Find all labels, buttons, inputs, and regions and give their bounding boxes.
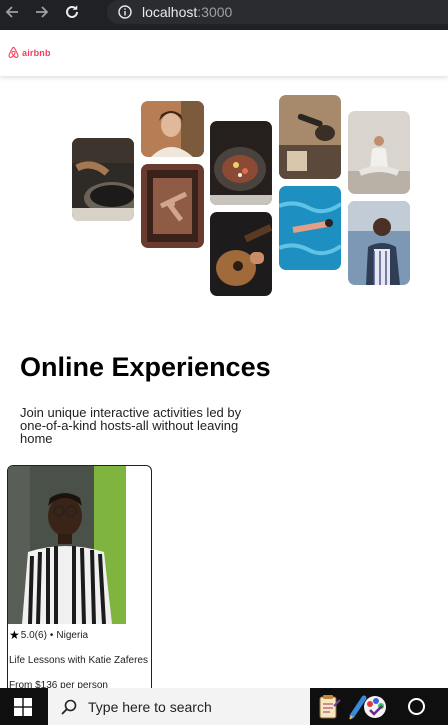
card-title: Life Lessons with Katie Zaferes: [9, 655, 148, 666]
taskbar-search[interactable]: Type here to search: [48, 688, 310, 725]
photo-yoga: [348, 111, 410, 194]
photo-cooking-bowl: [210, 121, 272, 205]
windows-taskbar: Type here to search: [0, 688, 448, 725]
url-host: localhost: [142, 4, 198, 20]
back-arrow-icon: [5, 6, 18, 18]
airbnb-logo-icon: [8, 46, 19, 58]
site-navbar: airbnb: [0, 30, 448, 76]
photo-guitar-player: [210, 212, 272, 296]
info-icon[interactable]: [118, 5, 132, 19]
forward-button[interactable]: [30, 0, 54, 24]
logo-text: airbnb: [22, 47, 51, 58]
back-button[interactable]: [0, 0, 24, 24]
photo-swimmer-pool: [279, 186, 341, 270]
star-icon: ★: [9, 628, 20, 642]
airbnb-logo[interactable]: airbnb: [7, 46, 51, 59]
experience-card[interactable]: ★ 5.0 (6) • Nigeria Life Lessons with Ka…: [7, 465, 152, 702]
photo-aerial-dancer: [141, 164, 204, 248]
url-text: localhost:3000: [142, 4, 232, 20]
notepad-icon[interactable]: [316, 694, 342, 720]
paint-icon[interactable]: [362, 694, 388, 720]
cortana-icon[interactable]: [408, 698, 425, 715]
browser-toolbar: localhost:3000: [0, 0, 448, 24]
card-photo: [8, 466, 126, 625]
reload-button[interactable]: [60, 0, 84, 24]
card-review-count: (6): [34, 629, 47, 641]
search-icon: [61, 699, 77, 715]
photo-singer: [348, 201, 410, 285]
windows-start-icon[interactable]: [14, 698, 32, 716]
page-subtitle: Join unique interactive activities led b…: [20, 405, 242, 446]
card-stats: ★ 5.0 (6) • Nigeria: [9, 628, 88, 642]
card-location: Nigeria: [56, 629, 89, 641]
card-rating: 5.0: [20, 629, 35, 641]
reload-icon: [66, 5, 78, 18]
address-bar[interactable]: localhost:3000: [107, 0, 448, 24]
url-port: :3000: [197, 4, 233, 20]
photo-cooking-pans: [72, 138, 134, 221]
photo-woman-smiling: [141, 101, 204, 157]
photo-microphone: [279, 95, 341, 179]
forward-arrow-icon: [36, 6, 49, 18]
search-placeholder: Type here to search: [88, 698, 212, 715]
card-separator: •: [49, 629, 54, 641]
page-title: Online Experiences: [20, 352, 271, 382]
